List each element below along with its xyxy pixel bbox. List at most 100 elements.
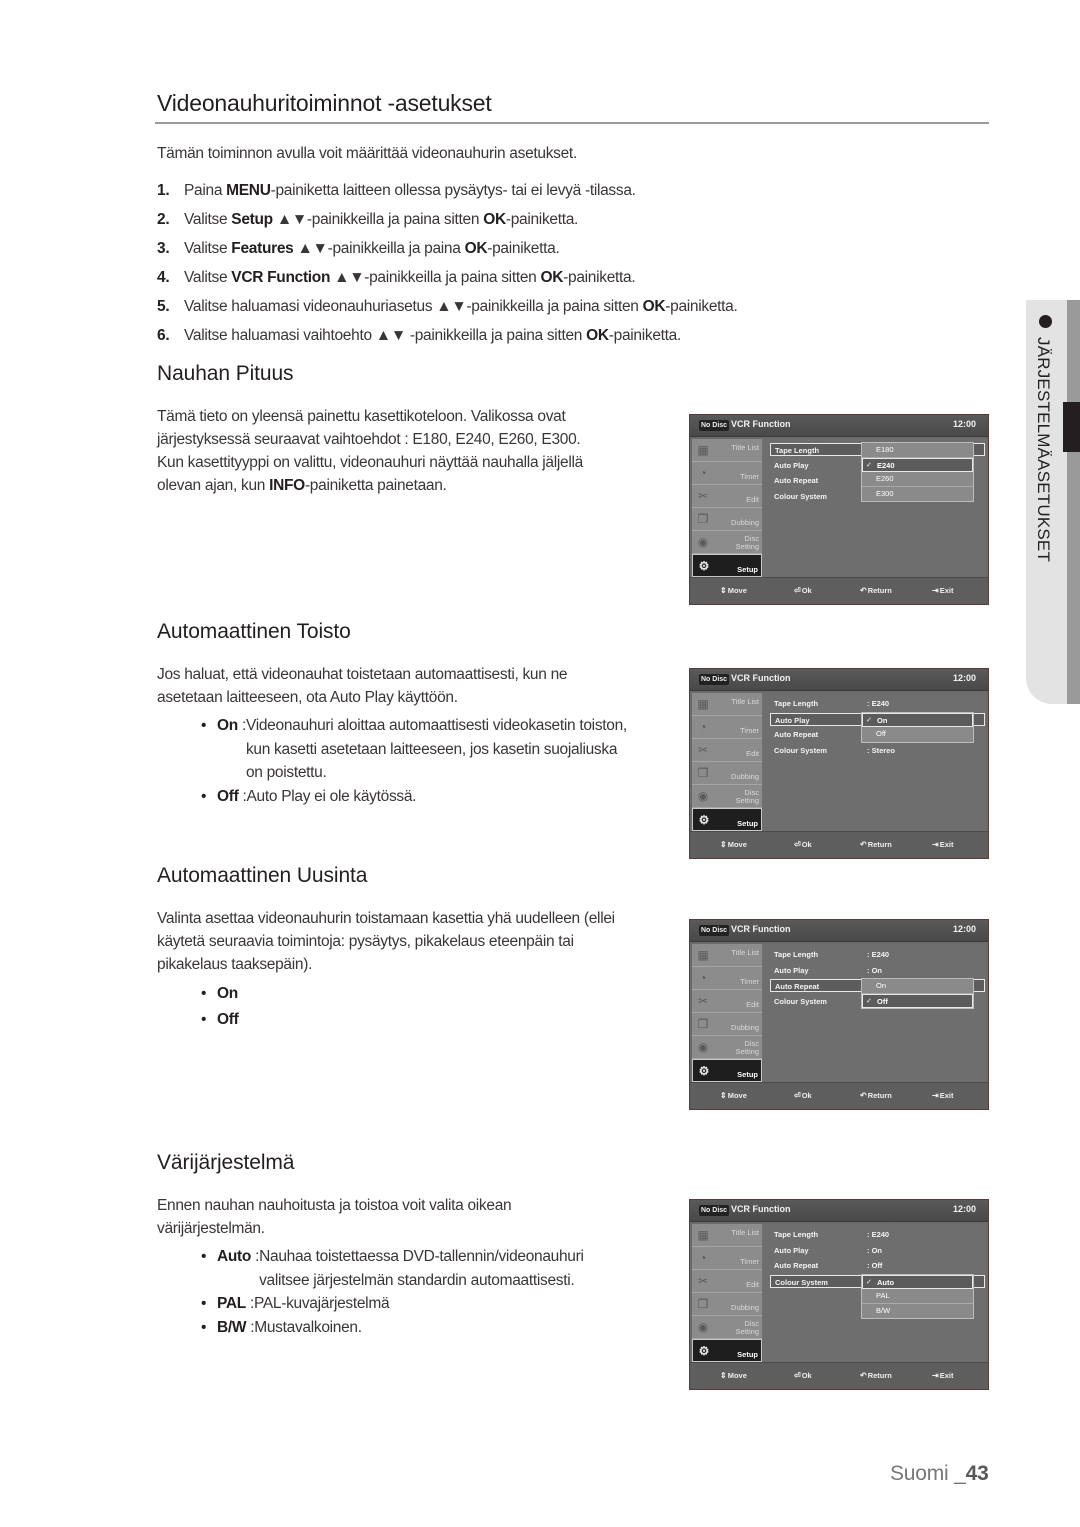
step-item: 6. Valitse haluamasi vaihtoehto ▲▼ -paini… (157, 327, 682, 344)
osd-menu: Tape Length: E240 Auto Play: On Auto Repea… (762, 1224, 986, 1362)
osd-option[interactable]: E300 (862, 487, 973, 502)
osd-dropdown: On ✓ Off (861, 978, 974, 1009)
osd-sidebar-item[interactable]: ✂ Edit (692, 739, 762, 762)
check-icon: ✓ (866, 461, 872, 469)
osd-sidebar-item[interactable]: ◔ Timer (692, 462, 762, 485)
auto-play-text: Jos haluat, että videonauhat toistetaan … (157, 666, 568, 706)
intro-text: Tämän toiminnon avulla voit määrittää vi… (157, 145, 577, 162)
osd-sidebar-item[interactable]: ◔ Timer (692, 716, 762, 739)
osd-sidebar-item[interactable]: ✂ Edit (692, 990, 762, 1013)
gear-icon: ⚙ (698, 1064, 710, 1078)
clock-icon: ◔ (699, 466, 707, 480)
osd-sidebar-item[interactable]: ▦ Title List (692, 439, 762, 462)
osd-option[interactable]: ✓ Auto (862, 1274, 973, 1289)
updown-icon: ⇕ (720, 586, 727, 595)
title-divider (155, 122, 989, 124)
page-number: 43 (965, 1462, 989, 1485)
osd-sidebar-item[interactable]: ❐ Dubbing (692, 1293, 762, 1316)
osd-sidebar-item[interactable]: ◉ Disc Setting (692, 1316, 762, 1339)
auto-play-options: • On : Videonauhuri aloittaa automaattise… (201, 714, 627, 808)
dubbing-icon: ❐ (697, 512, 709, 526)
osd-header: No Disc VCR Function 12:00 (690, 1200, 988, 1222)
return-icon: ↶ (860, 840, 867, 849)
osd-option[interactable]: ✓ Off (862, 993, 973, 1008)
osd-sidebar: ▦ Title List ◔ Timer ✂ Edit ❐ Dubbing ◉ Disc Setti… (692, 1224, 762, 1362)
osd-hint-bar: ⇕Move ⏎Ok ↶Return ⇥Exit (690, 1362, 988, 1389)
osd-option[interactable]: ✓ On (862, 712, 973, 727)
section-heading-tape-length: Nauhan Pituus (157, 362, 294, 385)
option-item: • PAL : PAL-kuvajärjestelmä (201, 1295, 390, 1312)
scissors-icon: ✂ (697, 994, 709, 1008)
check-icon: ✓ (866, 716, 872, 724)
disc-icon: ◉ (697, 1320, 709, 1334)
osd-sidebar: ▦ Title List ◔ Timer ✂ Edit ❐ Dubbing ◉ Disc Setti… (692, 693, 762, 831)
osd-sidebar-item[interactable]: ⚙ Setup (692, 1339, 762, 1362)
osd-sidebar-item[interactable]: ▦ Title List (692, 944, 762, 967)
disc-icon: ◉ (697, 535, 709, 549)
dubbing-icon: ❐ (697, 1017, 709, 1031)
chapter-label: JÄRJESTELMÄASETUKSET (1034, 337, 1053, 563)
dubbing-icon: ❐ (697, 1297, 709, 1311)
osd-hint-move: ⇕Move (720, 1091, 747, 1100)
step-item: 4. Valitse VCR Function ▲▼-painikkeilla j… (157, 269, 636, 286)
osd-hint-exit: ⇥Exit (932, 1091, 954, 1100)
osd-sidebar-item[interactable]: ▦ Title List (692, 1224, 762, 1247)
osd-title: VCR Function (731, 924, 791, 934)
osd-header: No Disc VCR Function 12:00 (690, 669, 988, 691)
osd-hint-ok: ⏎Ok (794, 586, 812, 595)
osd-hint-bar: ⇕Move ⏎Ok ↶Return ⇥Exit (690, 577, 988, 604)
osd-sidebar-item[interactable]: ❐ Dubbing (692, 508, 762, 531)
osd-sidebar-item[interactable]: ❐ Dubbing (692, 762, 762, 785)
osd-hint-exit: ⇥Exit (932, 1371, 954, 1380)
osd-option[interactable]: PAL (862, 1289, 973, 1304)
osd-sidebar-item[interactable]: ◉ Disc Setting (692, 531, 762, 554)
osd-option[interactable]: E260 (862, 472, 973, 487)
film-icon: ▦ (697, 443, 709, 457)
osd-sidebar-item[interactable]: ⚙ Setup (692, 1059, 762, 1082)
no-disc-badge: No Disc (699, 674, 730, 685)
osd-option[interactable]: On (862, 979, 973, 994)
option-item: • On (201, 985, 238, 1002)
ok-icon: ⏎ (794, 586, 801, 595)
osd-sidebar-item[interactable]: ◉ Disc Setting (692, 1036, 762, 1059)
osd-dropdown: E180 ✓ E240 E260 E300 (861, 442, 974, 502)
page-title: Videonauhuritoiminnot -asetukset (157, 90, 492, 116)
osd-sidebar-item[interactable]: ◔ Timer (692, 1247, 762, 1270)
osd-clock: 12:00 (952, 673, 976, 683)
osd-sidebar-item[interactable]: ⚙ Setup (692, 554, 762, 577)
option-item: • Off (201, 1011, 239, 1028)
osd-hint-move: ⇕Move (720, 840, 747, 849)
gear-icon: ⚙ (698, 1344, 710, 1358)
osd-screen: No Disc VCR Function 12:00 ▦ Title List ◔ Time… (689, 414, 989, 605)
clock-icon: ◔ (699, 971, 707, 985)
osd-sidebar-item[interactable]: ✂ Edit (692, 485, 762, 508)
osd-clock: 12:00 (952, 1204, 976, 1214)
scissors-icon: ✂ (697, 743, 709, 757)
osd-option[interactable]: E180 (862, 443, 973, 458)
scissors-icon: ✂ (697, 1274, 709, 1288)
osd-sidebar-item[interactable]: ◉ Disc Setting (692, 785, 762, 808)
exit-icon: ⇥ (932, 1371, 939, 1380)
osd-sidebar-item[interactable]: ✂ Edit (692, 1270, 762, 1293)
osd-sidebar: ▦ Title List ◔ Timer ✂ Edit ❐ Dubbing ◉ Disc Setti… (692, 944, 762, 1082)
osd-sidebar-item[interactable]: ◔ Timer (692, 967, 762, 990)
check-icon: ✓ (866, 997, 872, 1005)
osd-sidebar-item[interactable]: ▦ Title List (692, 693, 762, 716)
ok-icon: ⏎ (794, 1091, 801, 1100)
section-heading-auto-play: Automaattinen Toisto (157, 620, 351, 643)
osd-sidebar-item[interactable]: ⚙ Setup (692, 808, 762, 831)
gear-icon: ⚙ (698, 559, 710, 573)
osd-option[interactable]: Off (862, 727, 973, 742)
osd-hint-return: ↶Return (860, 1091, 892, 1100)
osd-dropdown: ✓ Auto PAL B/W (861, 1273, 974, 1319)
osd-hint-ok: ⏎Ok (794, 1091, 812, 1100)
osd-option[interactable]: B/W (862, 1304, 973, 1319)
no-disc-badge: No Disc (699, 1205, 730, 1216)
osd-sidebar-item[interactable]: ❐ Dubbing (692, 1013, 762, 1036)
step-item: 2. Valitse Setup ▲▼-painikkeilla ja paina… (157, 211, 579, 228)
step-item: 5. Valitse haluamasi videonauhuriasetus ▲… (157, 298, 738, 315)
bullet-dot-icon (1039, 315, 1052, 328)
osd-option[interactable]: ✓ E240 (862, 457, 973, 472)
clock-icon: ◔ (699, 1251, 707, 1265)
osd-hint-ok: ⏎Ok (794, 1371, 812, 1380)
